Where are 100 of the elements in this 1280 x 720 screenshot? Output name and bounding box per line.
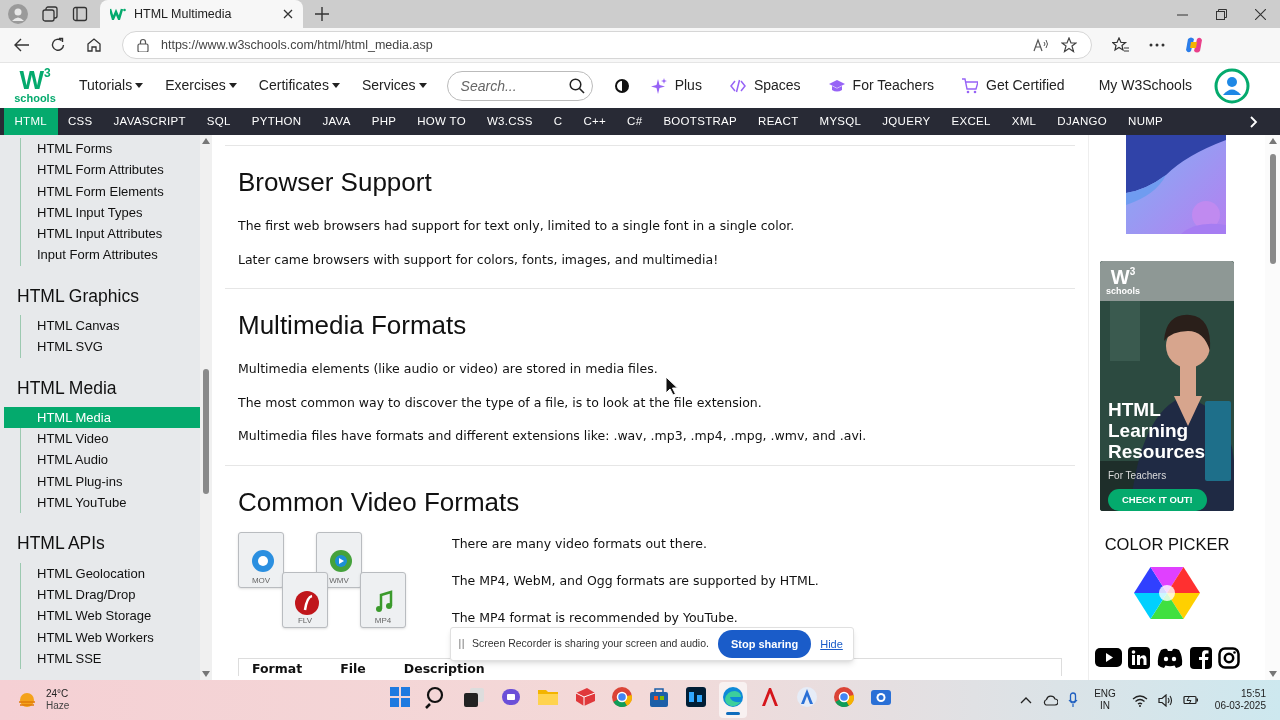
store-bag-icon[interactable] — [647, 685, 671, 709]
volume-icon[interactable] — [1157, 693, 1173, 707]
wifi-icon[interactable] — [1131, 693, 1148, 707]
clock-time[interactable]: 15:51 — [1240, 688, 1266, 700]
contrast-toggle-icon[interactable] — [614, 78, 629, 93]
chrome-icon[interactable] — [832, 685, 856, 709]
scroll-down-icon[interactable] — [202, 671, 210, 677]
microphone-icon[interactable] — [1068, 692, 1079, 708]
scroll-right-icon[interactable] — [1250, 115, 1258, 128]
sidebar-link[interactable]: HTML Input Attributes — [21, 223, 200, 245]
topic-tab[interactable]: XML — [1001, 108, 1047, 135]
topic-tab[interactable]: C++ — [572, 108, 617, 135]
topic-tab[interactable]: CSS — [57, 108, 104, 135]
drag-handle-icon[interactable] — [459, 639, 464, 649]
new-tab-icon[interactable] — [315, 7, 329, 21]
reload-icon[interactable] — [50, 37, 66, 53]
topic-tab[interactable]: W3.CSS — [476, 108, 544, 135]
youtube-icon[interactable] — [1094, 646, 1122, 667]
menu-dropdown[interactable]: Exercises — [165, 75, 237, 96]
topic-tab[interactable]: JAVASCRIPT — [103, 108, 197, 135]
more-icon[interactable] — [1149, 43, 1165, 47]
sidebar-link[interactable]: HTML SVG — [21, 336, 200, 358]
sidebar-link[interactable]: HTML Drag/Drop — [21, 583, 200, 606]
hide-link[interactable]: Hide — [820, 635, 843, 653]
cloud-icon[interactable] — [1042, 693, 1059, 707]
close-icon[interactable] — [283, 9, 293, 19]
topic-tab[interactable]: SQL — [196, 108, 242, 135]
sidebar-link[interactable]: HTML SSE — [21, 647, 200, 670]
cube-app-icon[interactable] — [573, 685, 597, 709]
sidebar-link[interactable]: HTML Audio — [21, 449, 200, 471]
topic-tab[interactable]: JQUERY — [871, 108, 942, 135]
address-bar[interactable]: https://www.w3schools.com/html/html_media.asp — [122, 31, 1092, 59]
topic-tab[interactable]: NUMP — [1117, 108, 1174, 135]
topic-tab[interactable]: BOOTSTRAP — [652, 108, 748, 135]
scrollbar-thumb[interactable] — [1269, 154, 1276, 264]
menu-dropdown[interactable]: Services — [361, 75, 427, 96]
sidebar-link[interactable]: HTML YouTube — [21, 492, 200, 514]
sidebar-link[interactable]: Input Form Attributes — [21, 244, 200, 266]
facebook-icon[interactable] — [1189, 646, 1212, 669]
topic-tab[interactable]: PYTHON — [241, 108, 312, 135]
sidebar-link[interactable]: HTML Input Types — [21, 201, 200, 224]
nav-link[interactable]: Spaces — [729, 75, 801, 96]
sidebar-link[interactable]: HTML Form Elements — [21, 180, 200, 202]
sidebar-scrollbar[interactable] — [200, 135, 212, 680]
scroll-up-icon[interactable] — [1268, 138, 1277, 144]
sidebar-link[interactable]: HTML Video — [21, 428, 200, 450]
page-scrollbar[interactable] — [1265, 135, 1280, 680]
section-heading: Common Video Formats — [238, 485, 521, 518]
paragraph: The MP4 format is recommended by YouTube. — [452, 608, 738, 627]
topic-tab[interactable]: JAVA — [311, 108, 362, 135]
battery-icon[interactable] — [1182, 694, 1199, 706]
sidebar-link[interactable]: HTML Form Attributes — [21, 159, 200, 181]
read-aloud-icon[interactable] — [1033, 38, 1049, 52]
topic-tab[interactable]: C# — [616, 108, 653, 135]
scroll-up-icon[interactable] — [202, 138, 210, 144]
restore-icon[interactable] — [1216, 8, 1227, 20]
sidebar-link[interactable]: HTML Canvas — [21, 315, 200, 337]
instagram-icon[interactable] — [1217, 646, 1240, 669]
sidebar-link[interactable]: HTML Geolocation — [21, 562, 200, 584]
chrome-icon[interactable] — [610, 685, 634, 709]
edge-icon[interactable] — [721, 685, 745, 709]
language-indicator[interactable]: ENG IN — [1094, 688, 1116, 712]
search-field[interactable]: Search... — [446, 70, 593, 101]
show-hidden-icons-icon[interactable] — [1020, 696, 1033, 704]
task-view-icon[interactable] — [462, 685, 486, 709]
stop-sharing-button[interactable]: Stop sharing — [717, 630, 812, 658]
discord-icon[interactable] — [1155, 646, 1184, 669]
home-icon[interactable] — [86, 37, 102, 53]
nav-link[interactable]: Plus — [650, 75, 702, 96]
start-icon[interactable] — [388, 685, 412, 709]
menu-dropdown[interactable]: Certificates — [258, 75, 340, 96]
avatar-icon[interactable] — [1214, 67, 1250, 104]
linkedin-icon[interactable] — [1127, 646, 1150, 669]
scrollbar-thumb[interactable] — [203, 369, 209, 494]
sidebar-link[interactable]: HTML Plug-ins — [21, 470, 200, 493]
topic-tab[interactable]: DJANGO — [1046, 108, 1118, 135]
sidebar-link[interactable]: HTML Web Workers — [21, 626, 200, 648]
sidebar-link[interactable]: HTML Web Storage — [21, 605, 200, 627]
collections-icon[interactable] — [42, 6, 58, 22]
close-window-icon[interactable] — [1255, 8, 1266, 20]
favorite-star-icon[interactable] — [1061, 37, 1077, 53]
scroll-down-icon[interactable] — [1268, 671, 1277, 677]
topic-tab[interactable]: EXCEL — [941, 108, 1002, 135]
topic-tab[interactable]: HOW TO — [406, 108, 477, 135]
nav-link[interactable]: Get Certified — [962, 75, 1065, 96]
back-icon[interactable] — [14, 38, 30, 52]
search-icon[interactable] — [568, 77, 585, 94]
clock-date[interactable]: 06-03-2025 — [1214, 700, 1266, 712]
topic-tab[interactable]: MYSQL — [809, 108, 872, 135]
sidebar-link[interactable]: HTML Forms — [21, 138, 200, 160]
favorites-icon[interactable] — [1112, 37, 1129, 53]
topic-tab[interactable]: REACT — [747, 108, 809, 135]
nav-link[interactable]: For Teachers — [828, 75, 935, 96]
menu-dropdown[interactable]: Tutorials — [79, 75, 144, 96]
tab-actions-icon[interactable] — [72, 6, 88, 22]
topic-tab[interactable]: C — [543, 108, 573, 135]
account-link[interactable]: My W3Schools — [1098, 75, 1192, 96]
browser-tab[interactable]: HTML Multimedia — [100, 0, 303, 28]
topic-tab[interactable]: PHP — [361, 108, 407, 135]
copilot-icon[interactable] — [1185, 36, 1203, 54]
